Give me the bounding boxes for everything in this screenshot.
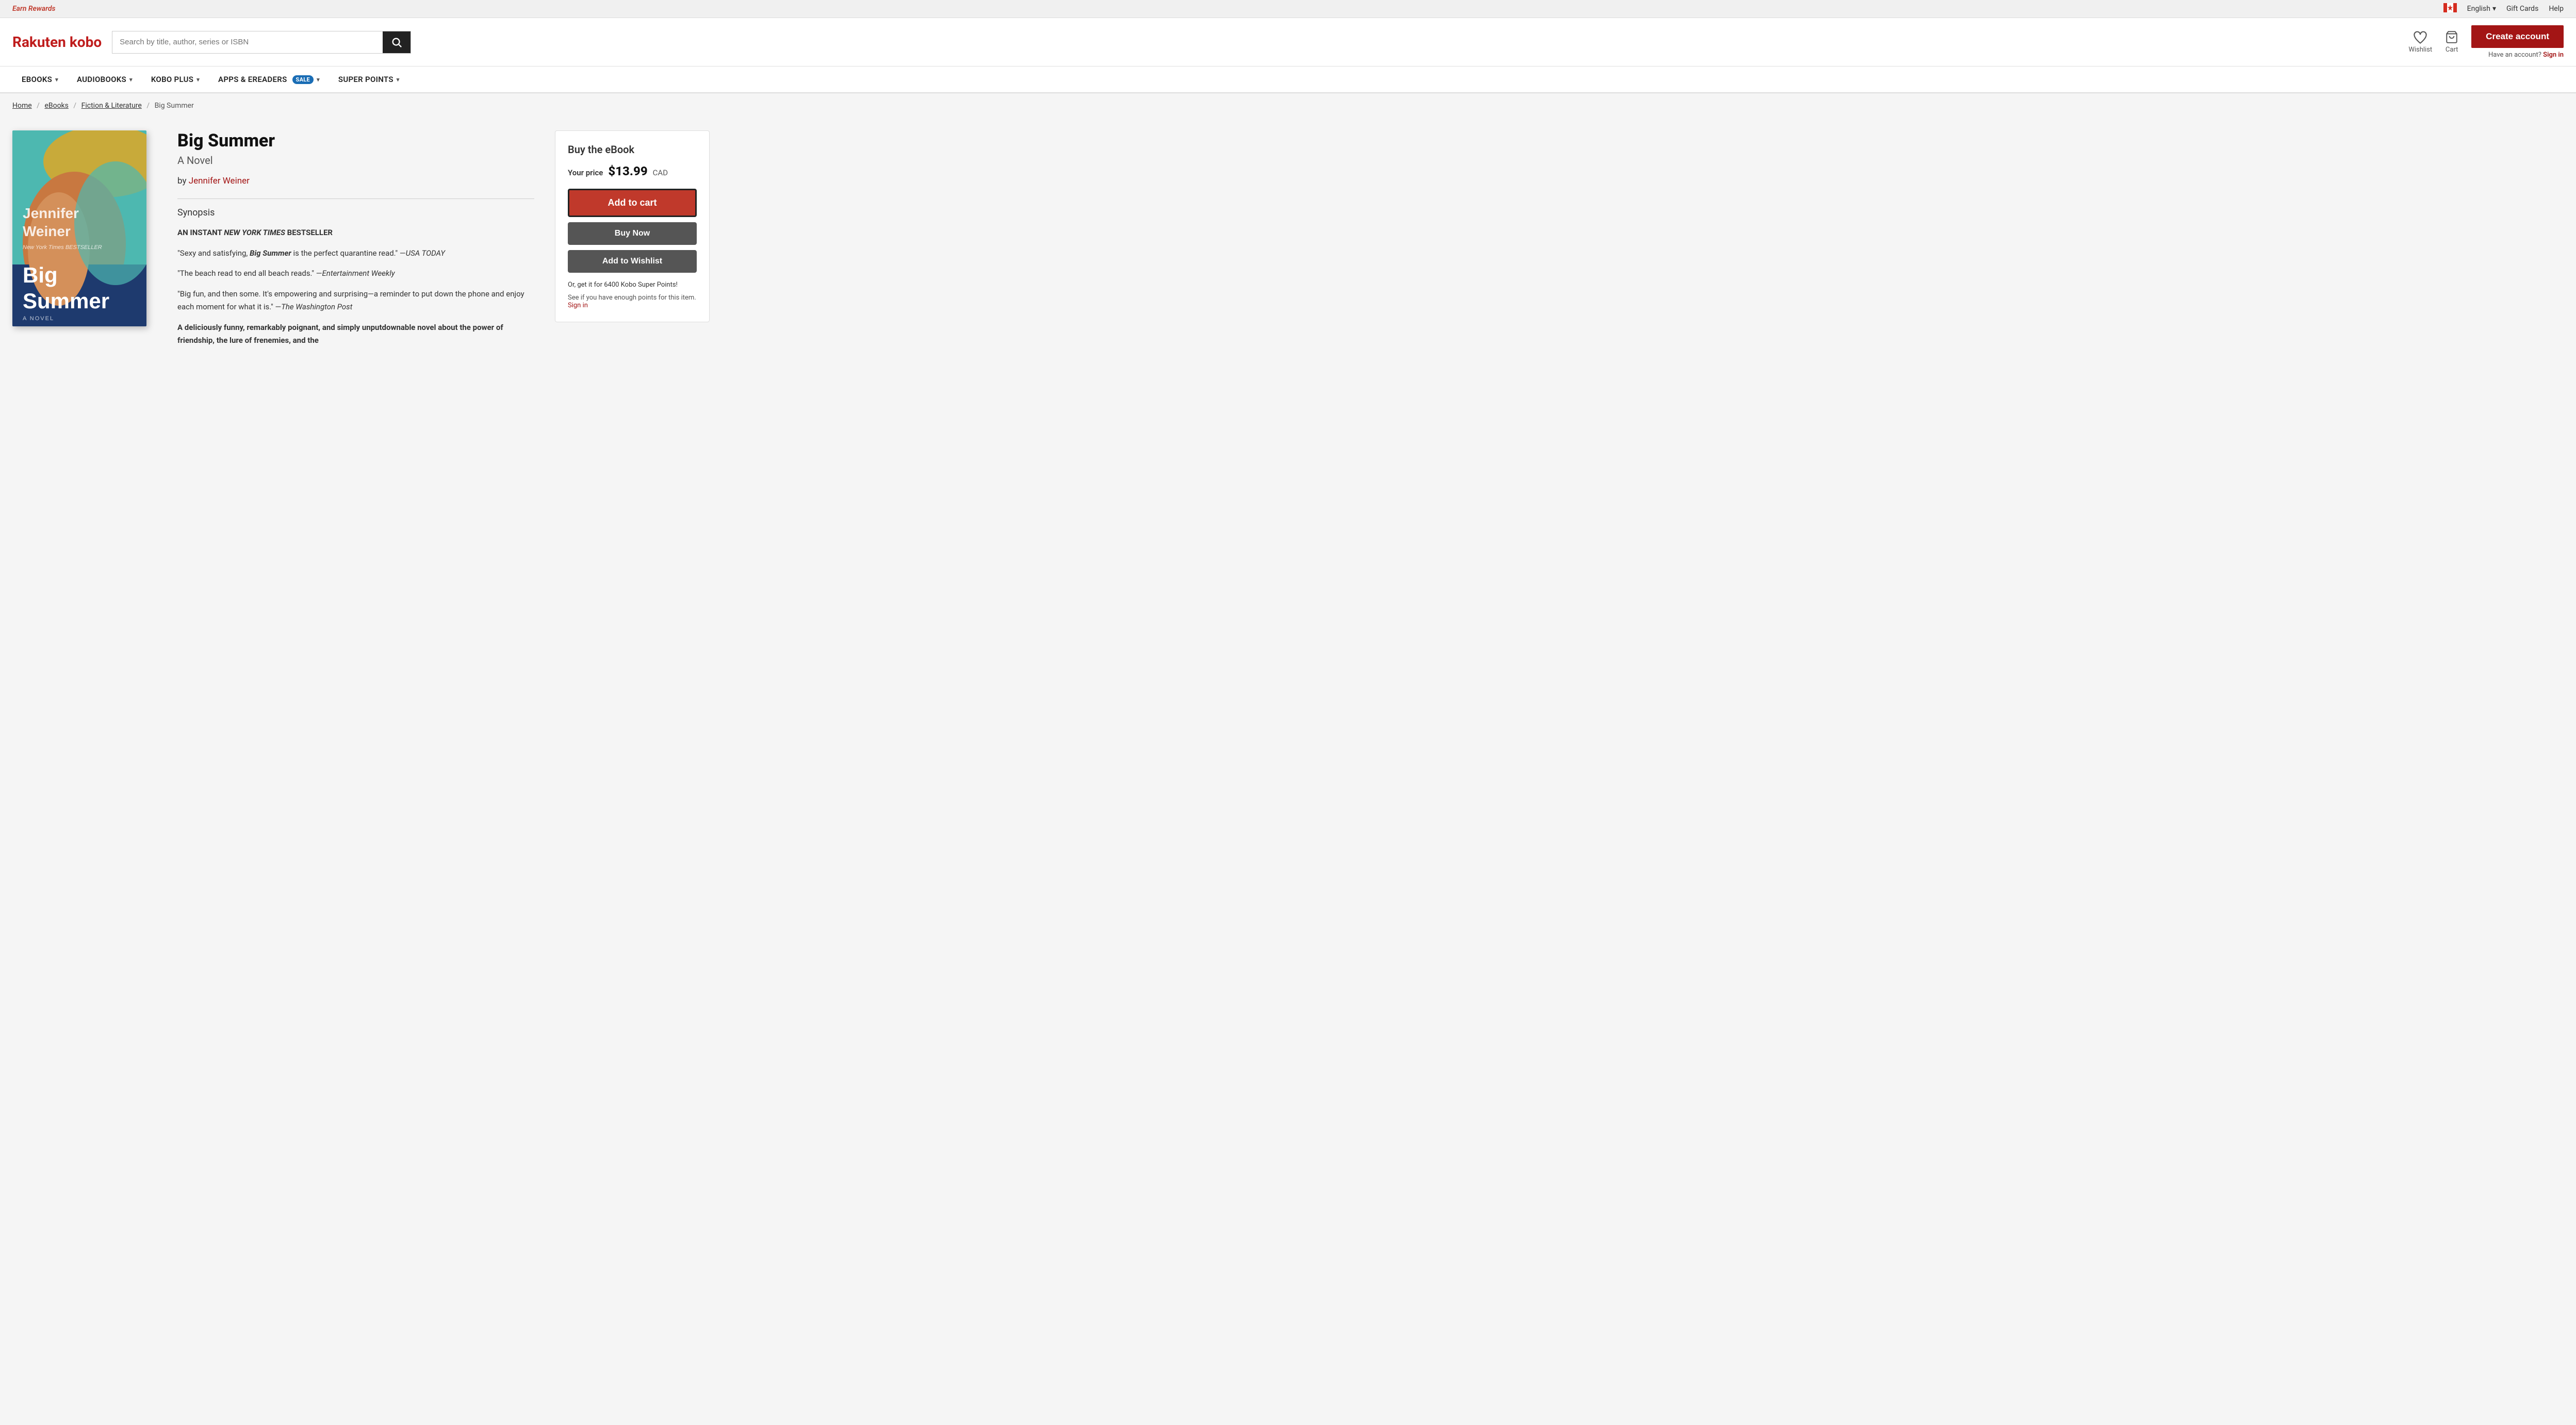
create-account-section: Create account Have an account? Sign in	[2471, 25, 2564, 59]
book-cover: Jennifer Weiner New York Times BESTSELLE…	[12, 130, 146, 326]
chevron-down-icon: ▾	[196, 76, 200, 83]
breadcrumb-fiction[interactable]: Fiction & Literature	[81, 102, 142, 110]
book-author-line: by Jennifer Weiner	[177, 176, 534, 186]
sign-in-link-buy[interactable]: Sign in	[568, 302, 588, 309]
svg-text:A NOVEL: A NOVEL	[23, 316, 54, 322]
buy-panel-title: Buy the eBook	[568, 143, 697, 156]
language-selector[interactable]: English ▾	[2467, 5, 2496, 13]
nav-bar: eBOOKS ▾ AUDIOBOOKS ▾ KOBO PLUS ▾ APPS &…	[0, 67, 2576, 93]
nav-kobo-plus[interactable]: KOBO PLUS ▾	[142, 67, 209, 92]
language-label: English	[2467, 5, 2490, 13]
book-details: Big Summer A Novel by Jennifer Weiner Sy…	[177, 130, 555, 355]
nav-kobo-plus-label: KOBO PLUS	[151, 75, 193, 84]
chevron-down-icon: ▾	[2492, 5, 2496, 13]
svg-text:Weiner: Weiner	[23, 223, 71, 239]
have-account-text: Have an account? Sign in	[2488, 51, 2564, 59]
synopsis-label: Synopsis	[177, 207, 534, 218]
synopsis-p5: A deliciously funny, remarkably poignant…	[177, 321, 534, 347]
price-label: Your price	[568, 168, 603, 177]
breadcrumb-separator: /	[146, 102, 150, 110]
main-content: Jennifer Weiner New York Times BESTSELLE…	[0, 118, 722, 375]
author-prefix: by	[177, 176, 187, 186]
breadcrumb-separator: /	[73, 102, 76, 110]
breadcrumb-current: Big Summer	[155, 102, 194, 110]
chevron-down-icon: ▾	[397, 76, 400, 83]
author-link[interactable]: Jennifer Weiner	[189, 176, 250, 186]
nav-audiobooks[interactable]: AUDIOBOOKS ▾	[68, 67, 142, 92]
see-if-label: See if you have enough points for this i…	[568, 294, 696, 302]
wishlist-icon	[2413, 30, 2427, 44]
header: Rakuten kobo Wishlist Cart Cr	[0, 18, 2576, 67]
synopsis-p1: AN INSTANT NEW YORK TIMES BESTSELLER	[177, 226, 534, 240]
svg-text:New York Times BESTSELLER: New York Times BESTSELLER	[23, 244, 102, 251]
top-bar-right: English ▾ Gift Cards Help	[2443, 3, 2564, 14]
header-actions: Wishlist Cart Create account Have an acc…	[2408, 25, 2564, 59]
breadcrumb-separator: /	[37, 102, 40, 110]
chevron-down-icon: ▾	[55, 76, 58, 83]
logo-kobo: kobo	[70, 34, 102, 51]
sale-badge: SALE	[292, 75, 314, 84]
synopsis-headline: AN INSTANT NEW YORK TIMES BESTSELLER	[177, 228, 333, 237]
search-button[interactable]	[383, 31, 411, 53]
nav-apps-label: APPS & eREADERS	[218, 75, 287, 84]
logo-rakuten: Rakuten	[12, 34, 70, 51]
buy-panel: Buy the eBook Your price $13.99 CAD Add …	[555, 130, 710, 322]
wishlist-action[interactable]: Wishlist	[2408, 30, 2432, 54]
synopsis-p3: "The beach read to end all beach reads."…	[177, 267, 534, 280]
gift-cards-link[interactable]: Gift Cards	[2506, 5, 2538, 13]
wishlist-label: Wishlist	[2408, 46, 2432, 54]
buy-now-button[interactable]: Buy Now	[568, 222, 697, 245]
chevron-down-icon: ▾	[317, 76, 320, 83]
breadcrumb-home[interactable]: Home	[12, 102, 32, 110]
nav-super-points-label: SUPER POINTS	[338, 75, 393, 84]
help-link[interactable]: Help	[2549, 5, 2564, 13]
logo-text[interactable]: Rakuten kobo	[12, 34, 102, 51]
add-to-wishlist-button[interactable]: Add to Wishlist	[568, 250, 697, 273]
nav-apps-ereaders[interactable]: APPS & eREADERS SALE ▾	[209, 67, 329, 92]
svg-text:Big: Big	[23, 263, 58, 287]
sign-in-link-header[interactable]: Sign in	[2543, 51, 2564, 59]
breadcrumb: Home / eBooks / Fiction & Literature / B…	[0, 93, 2576, 118]
search-icon	[391, 37, 402, 48]
cart-icon	[2444, 30, 2459, 44]
logo[interactable]: Rakuten kobo	[12, 34, 102, 51]
nav-ebooks-label: eBOOKS	[22, 75, 52, 84]
have-account-label: Have an account?	[2488, 51, 2541, 59]
create-account-button[interactable]: Create account	[2471, 25, 2564, 48]
synopsis-p2: "Sexy and satisfying, Big Summer is the …	[177, 247, 534, 260]
search-input[interactable]	[112, 31, 383, 53]
synopsis-p4: "Big fun, and then some. It's empowering…	[177, 288, 534, 314]
search-bar	[112, 31, 411, 54]
super-points-text: Or, get it for 6400 Kobo Super Points!	[568, 281, 697, 289]
cart-action[interactable]: Cart	[2444, 30, 2459, 54]
nav-ebooks[interactable]: eBOOKS ▾	[12, 67, 68, 92]
book-cover-art: Jennifer Weiner New York Times BESTSELLE…	[12, 130, 146, 326]
price-row: Your price $13.99 CAD	[568, 164, 697, 178]
cart-label: Cart	[2446, 46, 2458, 54]
nav-super-points[interactable]: SUPER POINTS ▾	[329, 67, 409, 92]
add-to-cart-button[interactable]: Add to cart	[568, 189, 697, 217]
svg-text:Summer: Summer	[23, 289, 109, 313]
svg-text:Jennifer: Jennifer	[23, 205, 79, 221]
book-cover-container: Jennifer Weiner New York Times BESTSELLE…	[12, 130, 157, 326]
breadcrumb-ebooks[interactable]: eBooks	[44, 102, 68, 110]
top-bar: Earn Rewards English ▾ Gift Cards Help	[0, 0, 2576, 18]
nav-audiobooks-label: AUDIOBOOKS	[77, 75, 126, 84]
price-currency: CAD	[653, 168, 668, 177]
synopsis-text: AN INSTANT NEW YORK TIMES BESTSELLER "Se…	[177, 226, 534, 347]
flag-icon	[2443, 3, 2457, 14]
divider	[177, 198, 534, 199]
book-title: Big Summer	[177, 130, 534, 151]
chevron-down-icon: ▾	[129, 76, 133, 83]
sign-in-points-text: See if you have enough points for this i…	[568, 294, 697, 309]
price-value: $13.99	[608, 164, 647, 178]
earn-rewards-label: Earn Rewards	[12, 5, 56, 13]
book-subtitle: A Novel	[177, 154, 534, 167]
